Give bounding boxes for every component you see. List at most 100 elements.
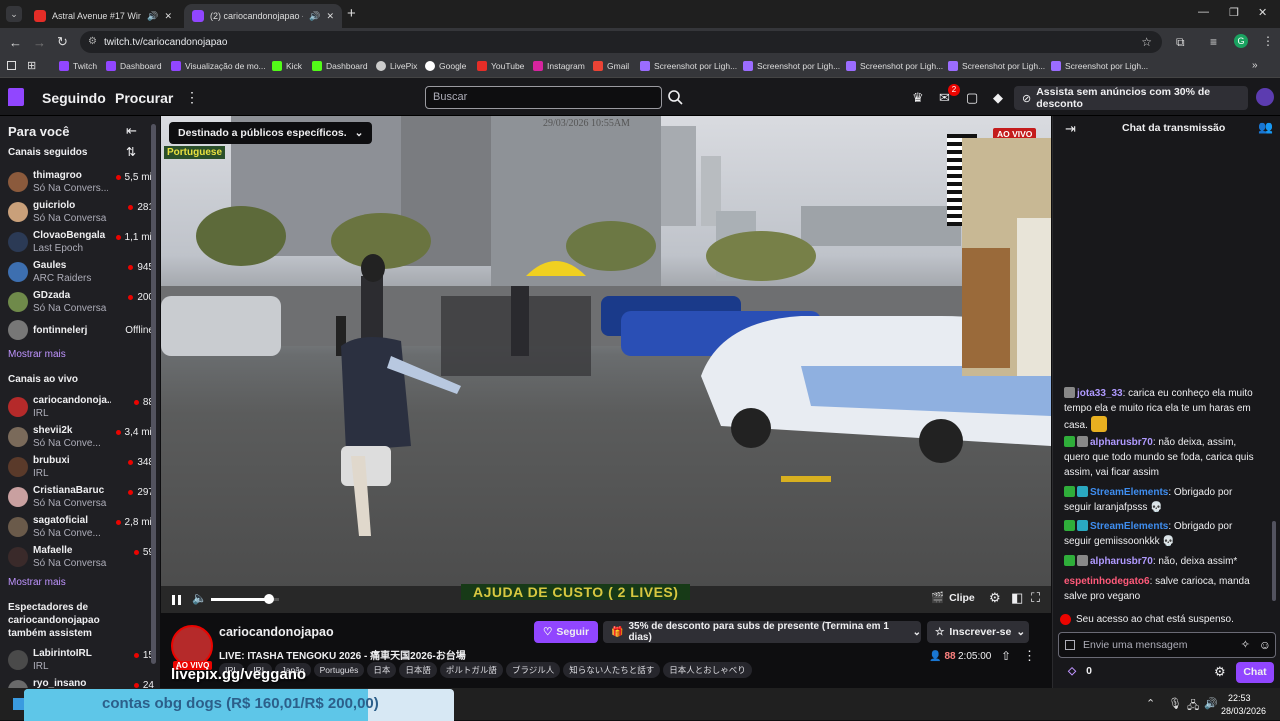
minimize-icon[interactable]: —	[1198, 6, 1209, 18]
nav-browse[interactable]: Procurar	[115, 90, 173, 106]
close-window-icon[interactable]: ✕	[1258, 6, 1267, 19]
bookmark-gmail[interactable]: Gmail	[593, 61, 629, 71]
volume-knob[interactable]	[263, 594, 274, 604]
sidebar-toggle-icon[interactable]	[7, 61, 16, 70]
bookmark-screenshot-3[interactable]: Screenshot por Ligh...	[846, 61, 943, 71]
tag-porutogarugo[interactable]: ポルトガル語	[439, 662, 503, 678]
tray-chevron-icon[interactable]: ⌃	[1146, 697, 1155, 710]
tag-strangers[interactable]: 知らない人たちと話す	[563, 662, 661, 678]
search-button[interactable]	[664, 86, 686, 109]
media-icon[interactable]: ≡	[1210, 35, 1217, 49]
bookmark-youtube[interactable]: YouTube	[477, 61, 524, 71]
sidebar-item-guicriolo[interactable]: guicriolo Só Na Conversa 281	[8, 200, 154, 230]
bookmark-twitch[interactable]: Twitch	[59, 61, 97, 71]
tag-burajirujin[interactable]: ブラジル人	[505, 662, 561, 678]
bookmark-visualizacao[interactable]: Visualização de mo...	[171, 61, 266, 71]
browser-tab-astral[interactable]: Astral Avenue #17 Winter 2 🔊 ✕	[26, 4, 180, 28]
more-options-icon[interactable]: ⋮	[1023, 648, 1036, 664]
browser-tab-twitch[interactable]: (2) cariocandonojapao - Tw 🔊 ✕	[184, 4, 342, 28]
collapse-sidebar-icon[interactable]: ⇤	[126, 123, 137, 139]
sidebar-item-brubuxi[interactable]: brubuxi IRL 348	[8, 455, 154, 485]
close-tab-icon[interactable]: ✕	[164, 11, 172, 22]
show-more-live[interactable]: Mostrar mais	[8, 577, 66, 588]
sidebar-item-gaules[interactable]: Gaules ARC Raiders 945	[8, 260, 154, 290]
subscribe-button[interactable]: ☆ Inscrever-se ⌄	[927, 621, 1029, 643]
community-icon[interactable]: 👥	[1258, 120, 1273, 134]
tag-chat-japanese[interactable]: 日本人とおしゃべり	[663, 662, 752, 678]
pause-button[interactable]	[171, 594, 183, 606]
sidebar-item-cariocandonojapao[interactable]: cariocandonoja... IRL 88	[8, 395, 154, 425]
volume-icon[interactable]: 🔈	[192, 591, 207, 605]
video-player[interactable]: Destinado a públicos específicos. ⌄ 29/0…	[161, 116, 1051, 613]
sidebar-item-shevii2k[interactable]: shevii2k Só Na Conve... 3,4 mil	[8, 425, 154, 455]
bookmark-screenshot-1[interactable]: Screenshot por Ligh...	[640, 61, 737, 71]
mod-icon[interactable]: ✧	[1241, 638, 1250, 651]
channel-points[interactable]: ◇ 0	[1068, 665, 1092, 677]
sidebar-item-ryo-insano[interactable]: ryo_insano 24	[8, 678, 154, 688]
clip-button[interactable]: 🎬 Clipe	[931, 591, 975, 605]
audience-warning-dropdown[interactable]: Destinado a públicos específicos. ⌄	[169, 122, 373, 144]
bits-icon[interactable]: ◆	[993, 90, 1003, 106]
gift-subs-button[interactable]: 🎁 35% de desconto para subs de presente (…	[603, 621, 921, 643]
emote-picker-icon[interactable]: ☺	[1259, 638, 1271, 652]
chat-settings-icon[interactable]: ⚙	[1214, 664, 1226, 680]
prime-ad-free-button[interactable]: ⊘ Assista sem anúncios com 30% de descon…	[1014, 86, 1248, 110]
url-input[interactable]: ⚙ twitch.tv/cariocandonojapao ☆	[80, 31, 1162, 53]
collapse-chat-icon[interactable]: ⇥	[1065, 121, 1076, 137]
reload-icon[interactable]: ↻	[57, 34, 68, 50]
tag-portugues[interactable]: Português	[313, 663, 365, 677]
bookmark-google[interactable]: Google	[425, 61, 466, 71]
bookmark-screenshot-5[interactable]: Screenshot por Ligh...	[1051, 61, 1148, 71]
fullscreen-icon[interactable]: ⛶	[1031, 590, 1040, 606]
back-icon[interactable]: ←	[9, 35, 22, 50]
tag-nihon[interactable]: 日本	[367, 662, 397, 678]
theatre-mode-icon[interactable]: ◧	[1011, 590, 1023, 606]
tag-nihongo[interactable]: 日本語	[399, 662, 437, 678]
bookmark-screenshot-4[interactable]: Screenshot por Ligh...	[948, 61, 1045, 71]
more-menu-icon[interactable]: ⋮	[185, 89, 199, 106]
bookmark-kick[interactable]: Kick	[272, 61, 302, 71]
chat-username[interactable]: StreamElements	[1090, 521, 1168, 532]
chat-username[interactable]: alpharusbr70	[1090, 437, 1153, 448]
bookmark-instagram[interactable]: Instagram	[533, 61, 585, 71]
channel-name[interactable]: cariocandonojapao	[219, 625, 334, 639]
chat-username[interactable]: StreamElements	[1090, 487, 1168, 498]
sidebar-item-labirintoirl[interactable]: LabirintoIRL IRL 15	[8, 648, 154, 678]
nav-following[interactable]: Seguindo	[42, 90, 106, 106]
chat-scrollbar[interactable]	[1272, 521, 1276, 601]
bookmark-kick-dashboard[interactable]: Dashboard	[312, 61, 368, 71]
site-info-icon[interactable]: ⚙	[88, 36, 97, 47]
bookmark-dashboard[interactable]: Dashboard	[106, 61, 162, 71]
sidebar-item-fontinnelerj[interactable]: fontinnelerj Offline	[8, 320, 154, 352]
sidebar-scrollbar[interactable]	[151, 124, 156, 664]
share-icon[interactable]: ⇧	[1001, 649, 1011, 663]
show-more-followed[interactable]: Mostrar mais	[8, 349, 66, 360]
forward-icon[interactable]: →	[33, 35, 46, 50]
chat-badge-icon[interactable]	[1065, 640, 1075, 650]
tab-list-button[interactable]: ⌄	[6, 6, 22, 22]
sidebar-item-clovaobengala[interactable]: ClovaoBengala Last Epoch 1,1 mil	[8, 230, 154, 260]
sidebar-item-thimagroo[interactable]: thimagroo Só Na Convers... 5,5 mil	[8, 170, 154, 200]
speaker-icon[interactable]: 🔊	[1204, 697, 1218, 710]
search-input[interactable]: Buscar	[425, 86, 662, 109]
new-tab-button[interactable]: +	[347, 5, 356, 22]
bookmark-livepix[interactable]: LivePix	[376, 61, 417, 71]
follow-button[interactable]: ♡ Seguir	[534, 621, 598, 643]
chat-username[interactable]: espetinhodegato6	[1064, 576, 1150, 587]
microphone-icon[interactable]: 🎙	[1168, 697, 1182, 710]
sidebar-item-sagatoficial[interactable]: sagatoficial Só Na Conve... 2,8 mil	[8, 515, 154, 545]
crown-icon[interactable]: ♛	[912, 90, 924, 106]
apps-grid-icon[interactable]: ⊞	[27, 59, 36, 72]
sidebar-item-cristianabaruc[interactable]: CristianaBaruc Só Na Conversa 297	[8, 485, 154, 515]
sidebar-item-mafaelle[interactable]: Mafaelle Só Na Conversa 59	[8, 545, 154, 575]
close-tab-icon[interactable]: ✕	[326, 11, 334, 22]
twitch-logo-icon[interactable]	[8, 88, 24, 106]
profile-avatar[interactable]: G	[1234, 34, 1248, 48]
sidebar-item-gdzada[interactable]: GDzada Só Na Conversa 200	[8, 290, 154, 320]
bookmark-star-icon[interactable]: ☆	[1141, 35, 1152, 49]
whispers-icon[interactable]: ▢	[966, 90, 978, 106]
bookmark-screenshot-2[interactable]: Screenshot por Ligh...	[743, 61, 840, 71]
extensions-icon[interactable]: ⧉	[1176, 35, 1185, 50]
chat-username[interactable]: alpharusbr70	[1090, 556, 1153, 567]
more-bookmarks-icon[interactable]: »	[1252, 60, 1258, 71]
